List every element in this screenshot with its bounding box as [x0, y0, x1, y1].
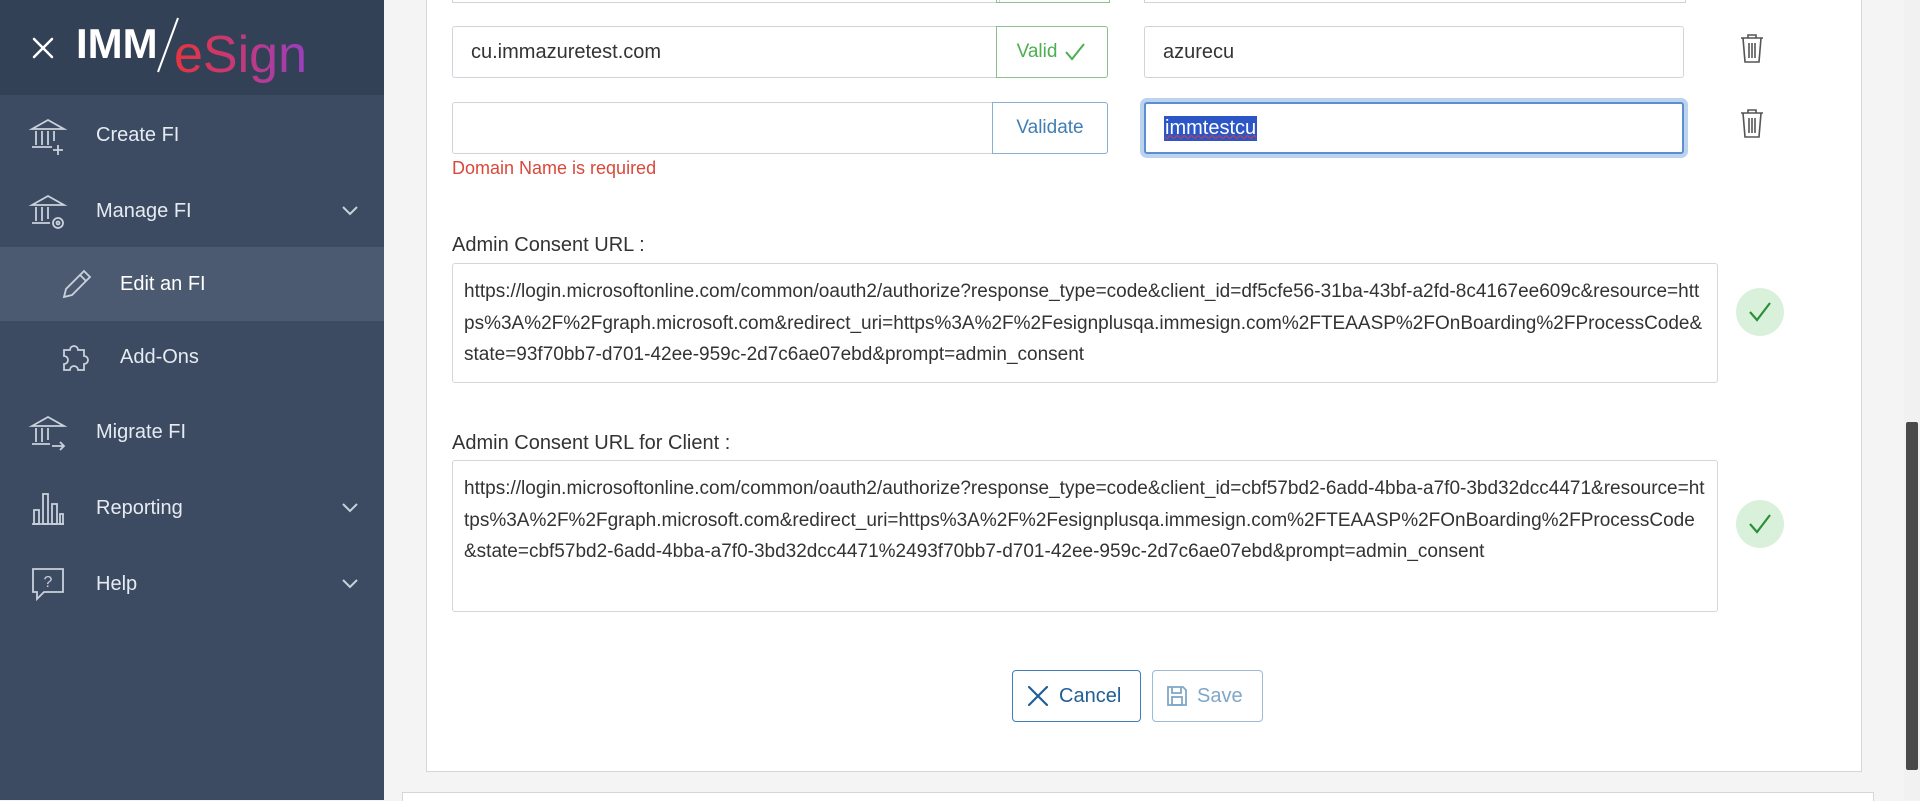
close-icon[interactable] — [28, 33, 58, 63]
chevron-down-icon — [342, 579, 358, 589]
save-button[interactable]: Save — [1152, 670, 1263, 722]
nav-reporting[interactable]: Reporting — [0, 470, 384, 546]
tenant-field-1[interactable]: azurecu — [1144, 26, 1684, 78]
bank-gear-icon — [28, 194, 68, 229]
logo: IMM eSign — [76, 10, 316, 86]
brand-header: IMM eSign — [0, 0, 384, 95]
scrollbar-thumb[interactable] — [1906, 422, 1918, 770]
nav-add-ons[interactable]: Add-Ons — [0, 320, 384, 394]
svg-text:?: ? — [44, 574, 53, 591]
check-icon — [1065, 43, 1086, 61]
bank-plus-icon — [28, 118, 68, 155]
cancel-button[interactable]: Cancel — [1012, 670, 1141, 722]
nav-create-fi[interactable]: Create FI — [0, 97, 384, 173]
trash-icon[interactable] — [1739, 32, 1765, 64]
domain-field-1-value: cu.immazuretest.com — [471, 40, 662, 63]
prev-domain-field — [452, 0, 1000, 3]
admin-consent-url[interactable]: https://login.microsoftonline.com/common… — [452, 263, 1718, 383]
check-icon — [1736, 500, 1784, 548]
prev-tenant-field — [1144, 0, 1686, 3]
tenant-field-2-value: immtestcu — [1164, 115, 1258, 141]
bar-chart-icon — [32, 493, 64, 525]
chevron-down-icon — [342, 206, 358, 216]
admin-consent-client-label: Admin Consent URL for Client : — [452, 432, 731, 454]
validate-button[interactable]: Validate — [992, 102, 1108, 154]
nav-manage-fi-label: Manage FI — [96, 199, 192, 222]
nav-add-ons-label: Add-Ons — [120, 345, 199, 368]
prev-domain-addon — [996, 0, 1110, 3]
nav-reporting-label: Reporting — [96, 496, 183, 519]
puzzle-icon — [63, 345, 89, 371]
nav-manage-fi[interactable]: Manage FI — [0, 173, 384, 249]
valid-badge: Valid — [996, 26, 1108, 78]
admin-consent-url-text: https://login.microsoftonline.com/common… — [464, 281, 1703, 365]
tenant-field-1-value: azurecu — [1163, 40, 1235, 63]
nav-help-label: Help — [96, 572, 138, 595]
svg-text:IMM: IMM — [76, 20, 158, 67]
nav-migrate-fi[interactable]: Migrate FI — [0, 394, 384, 470]
sidebar: IMM eSign Create FI Manage FI Edit an FI… — [0, 0, 384, 800]
help-bubble-icon: ? — [32, 568, 64, 602]
nav-help[interactable]: ? Help — [0, 546, 384, 622]
x-icon — [1027, 685, 1049, 707]
valid-label: Valid — [1016, 41, 1058, 62]
validate-label: Validate — [1016, 117, 1084, 138]
nav-migrate-fi-label: Migrate FI — [96, 420, 187, 443]
admin-consent-client-url-text: https://login.microsoftonline.com/common… — [464, 478, 1705, 562]
admin-consent-client-url[interactable]: https://login.microsoftonline.com/common… — [452, 460, 1718, 612]
save-icon — [1167, 686, 1187, 706]
admin-consent-label: Admin Consent URL : — [452, 234, 645, 256]
nav-create-fi-label: Create FI — [96, 123, 180, 146]
tenant-field-2[interactable]: immtestcu — [1144, 102, 1684, 154]
pencil-icon — [62, 269, 92, 299]
check-icon — [1736, 288, 1784, 336]
bank-arrow-icon — [28, 415, 68, 451]
svg-text:eSign: eSign — [174, 26, 307, 84]
chevron-down-icon — [342, 503, 358, 513]
cancel-label: Cancel — [1059, 684, 1122, 707]
domain-error-message: Domain Name is required — [452, 158, 657, 178]
nav-edit-fi-label: Edit an FI — [120, 272, 206, 295]
trash-icon[interactable] — [1739, 107, 1765, 139]
domain-field-1[interactable]: cu.immazuretest.com — [452, 26, 998, 78]
domain-field-2[interactable] — [452, 102, 994, 154]
save-label: Save — [1197, 684, 1243, 707]
nav-edit-fi[interactable]: Edit an FI — [0, 247, 384, 321]
